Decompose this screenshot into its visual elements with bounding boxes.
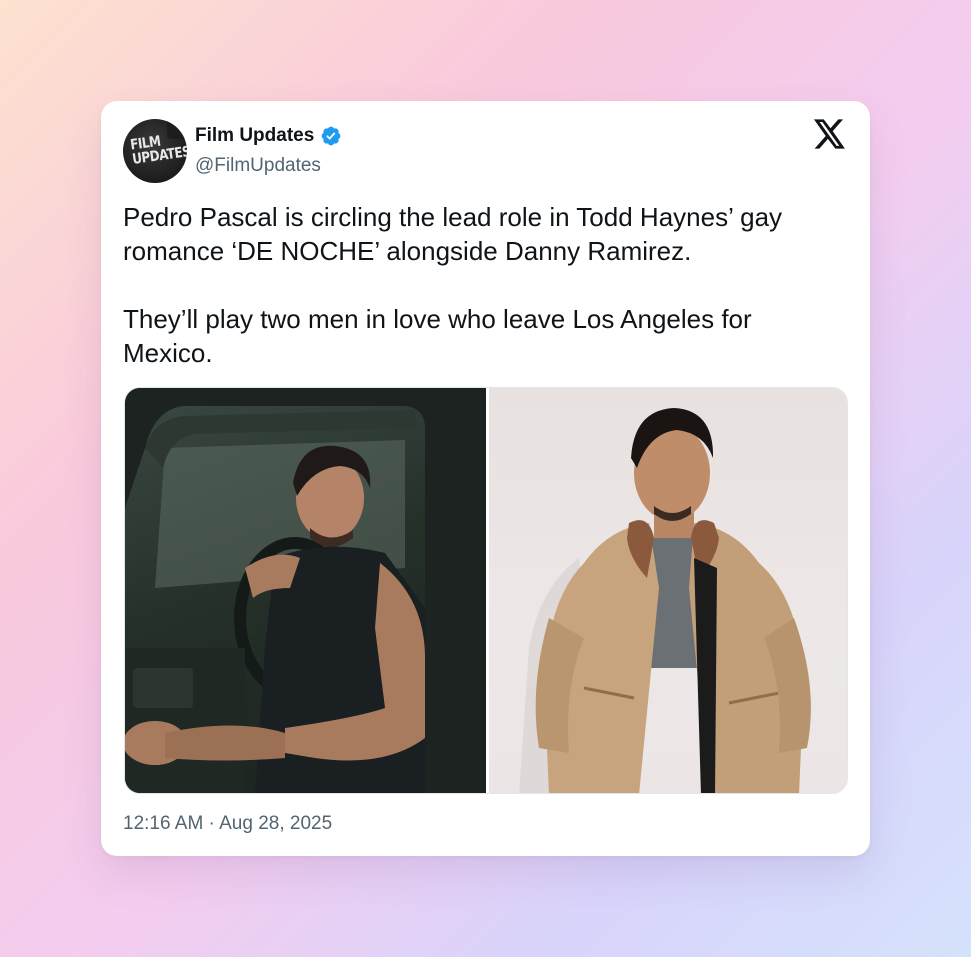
tweet-text: Pedro Pascal is circling the lead role i…: [123, 200, 843, 370]
photo-man-in-truck[interactable]: [125, 388, 486, 793]
tweet-timestamp[interactable]: 12:16 AM · Aug 28, 2025: [123, 813, 332, 835]
jacket-portrait-illustration: [519, 408, 811, 793]
display-name[interactable]: Film Updates: [195, 125, 314, 147]
x-logo-icon[interactable]: [814, 119, 846, 149]
truck-scene-illustration: [125, 388, 486, 793]
account-handle[interactable]: @FilmUpdates: [195, 155, 321, 177]
sticker-peel-icon: [167, 119, 187, 139]
avatar[interactable]: FILM UPDATES: [123, 119, 187, 183]
tweet-paragraph: They’ll play two men in love who leave L…: [123, 304, 752, 368]
tweet-paragraph: Pedro Pascal is circling the lead role i…: [123, 202, 783, 266]
tweet-media: [124, 387, 848, 794]
tweet-card: FILM UPDATES Film Updates @FilmUpdates P…: [101, 101, 870, 856]
verified-badge-icon: [321, 126, 341, 146]
account-name-row: Film Updates: [195, 123, 342, 149]
photo-man-in-jacket[interactable]: [489, 388, 847, 793]
